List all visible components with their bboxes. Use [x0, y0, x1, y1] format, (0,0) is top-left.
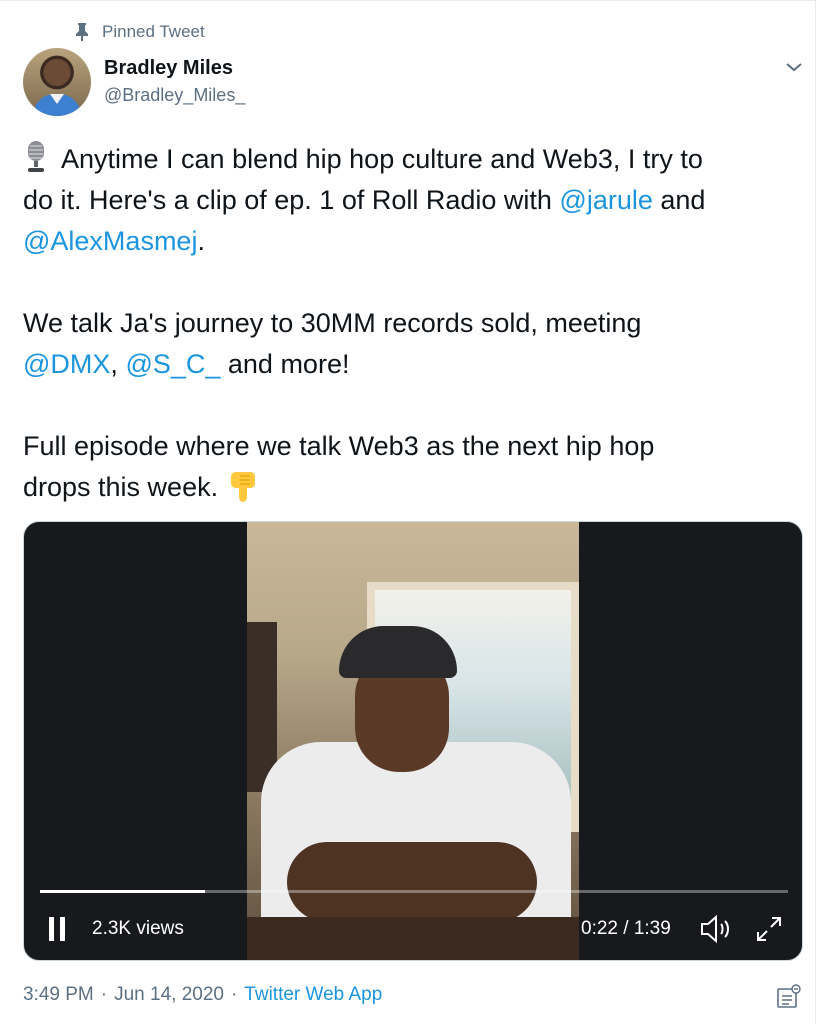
pinned-label: Pinned Tweet: [102, 22, 205, 41]
pinned-tweet-indicator: Pinned Tweet: [74, 19, 205, 45]
tweet-line: do it. Here's a clip of ep. 1 of Roll Ra…: [23, 185, 706, 215]
chevron-down-icon[interactable]: [782, 55, 806, 79]
tweet-line: We talk Ja's journey to 30MM records sol…: [23, 308, 642, 338]
tweet-metadata: 3:49 PM · Jun 14, 2020 · Twitter Web App: [23, 984, 383, 1006]
pointing-down-icon: [231, 472, 256, 502]
mention-sc[interactable]: @S_C_: [125, 349, 220, 379]
source-app-link[interactable]: Twitter Web App: [244, 984, 382, 1006]
video-player[interactable]: 2.3K views 0:22 / 1:39: [23, 521, 803, 961]
view-count: 2.3K views: [92, 918, 184, 939]
mention-jarule[interactable]: @jarule: [559, 185, 652, 215]
pause-icon[interactable]: [46, 914, 70, 944]
analytics-icon[interactable]: [776, 983, 802, 1009]
video-time: 0:22 / 1:39: [581, 918, 671, 939]
video-controls: 2.3K views 0:22 / 1:39: [24, 912, 802, 952]
volume-icon[interactable]: [698, 912, 734, 946]
fullscreen-icon[interactable]: [752, 912, 786, 946]
video-progress-fill: [40, 890, 205, 893]
pin-icon: [76, 23, 88, 41]
tweet-date[interactable]: Jun 14, 2020: [114, 984, 224, 1006]
tweet-line: drops this week.: [23, 467, 803, 508]
video-frame: [247, 522, 579, 960]
video-progress-bar[interactable]: [40, 890, 788, 893]
tweet-card: Pinned Tweet Bradley Miles @Bradley_Mile…: [0, 0, 816, 1024]
tweet-line: Full episode where we talk Web3 as the n…: [23, 431, 655, 461]
mention-alexmasmej[interactable]: @AlexMasmej: [23, 226, 197, 256]
tweet-text: Anytime I can blend hip hop culture and …: [23, 139, 803, 508]
microphone-icon: [28, 141, 44, 172]
avatar[interactable]: [23, 48, 91, 116]
tweet-line: Anytime I can blend hip hop culture and …: [23, 139, 803, 180]
author-handle[interactable]: @Bradley_Miles_: [104, 85, 245, 106]
mention-dmx[interactable]: @DMX: [23, 349, 110, 379]
tweet-line: @AlexMasmej.: [23, 226, 205, 256]
author-name[interactable]: Bradley Miles: [104, 57, 233, 80]
tweet-line: @DMX, @S_C_ and more!: [23, 349, 350, 379]
tweet-time[interactable]: 3:49 PM: [23, 984, 94, 1006]
